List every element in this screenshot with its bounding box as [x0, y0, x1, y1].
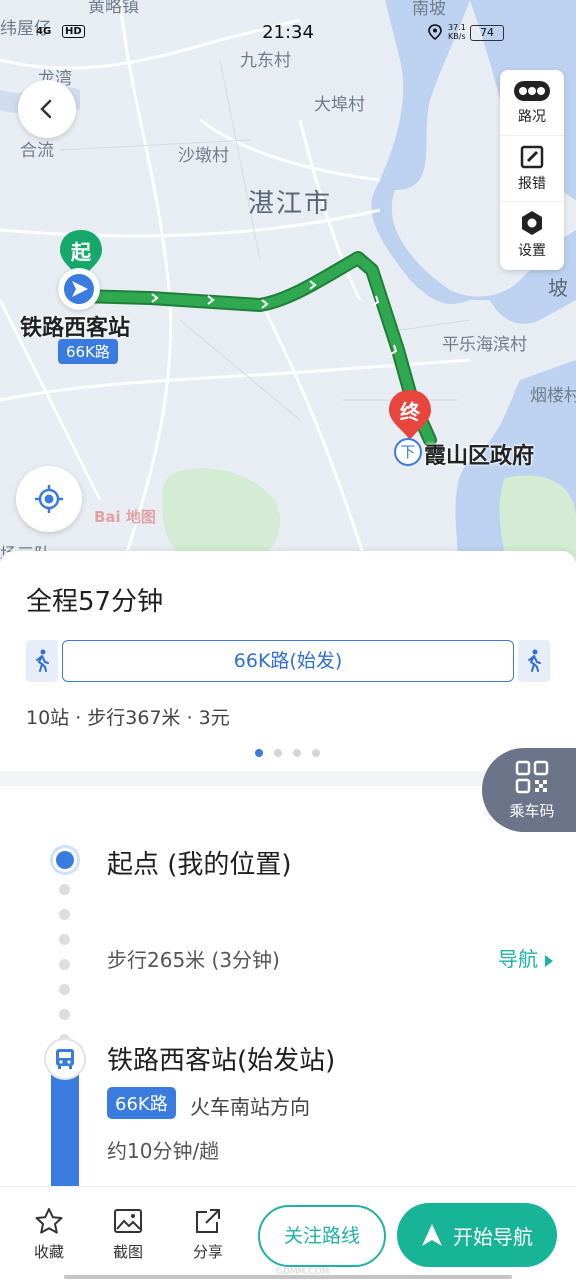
settings-icon — [522, 211, 542, 235]
qr-code-icon — [515, 760, 549, 793]
route-meta: 10站 · 步行367米 · 3元 — [26, 707, 230, 729]
traffic-icon — [514, 80, 550, 101]
bus-segment: 66K路(始发) — [62, 640, 514, 682]
favorite-label: 收藏 — [33, 1243, 64, 1261]
map-view[interactable]: 纬屋仔 黄略镇 南坡 九东村 龙湾 大埠村 合流 沙墩村 湛江市 坡 平乐海滨村… — [0, 0, 576, 575]
walk-icon — [528, 649, 541, 672]
map-label: 黄略镇 — [88, 0, 139, 17]
page-dot — [293, 749, 301, 757]
report-button[interactable]: 报错 — [500, 136, 564, 202]
start-station-label: 铁路西客站 — [20, 316, 131, 341]
map-label: 大埠村 — [314, 95, 365, 115]
status-bar: 4G HD 21:34 37.1 KB/s 74 — [0, 20, 576, 46]
navigation-arrow-icon — [422, 1224, 442, 1246]
home-indicator — [64, 1275, 512, 1279]
bus-stop-marker — [44, 1038, 86, 1080]
end-station-label: 霞山区政府 — [424, 444, 535, 469]
map-watermark: Bai 地图 — [94, 508, 156, 526]
report-label: 报错 — [518, 175, 546, 192]
follow-route-button[interactable]: 关注路线 — [258, 1205, 386, 1267]
screenshot-label: 截图 — [112, 1243, 143, 1261]
end-pin-label: 终 — [400, 400, 420, 424]
battery-indicator: 74 — [470, 25, 504, 41]
walk-instruction: 步行265米 (3分钟) — [107, 948, 280, 972]
locate-button[interactable] — [16, 466, 82, 532]
map-city-label: 湛江市 — [248, 189, 333, 219]
settings-label: 设置 — [518, 243, 546, 259]
start-navigation-label: 开始导航 — [453, 1224, 533, 1249]
walk-segment — [26, 640, 58, 682]
locate-icon — [35, 485, 63, 513]
star-icon — [35, 1208, 63, 1234]
walk-navigate-link[interactable]: 导航 — [498, 943, 554, 972]
ride-qr-label: 乘车码 — [509, 801, 555, 820]
page-dot — [255, 749, 263, 757]
ride-qr-button[interactable]: 乘车码 — [482, 748, 576, 832]
map-label: 平乐海滨村 — [442, 335, 527, 355]
start-point-text: 起点 (我的位置) — [107, 850, 292, 880]
total-duration: 全程57分钟 — [26, 587, 164, 617]
page-indicator — [255, 749, 320, 757]
start-pin-label: 起 — [71, 240, 91, 264]
page-dot — [312, 749, 320, 757]
walk-segment — [518, 640, 550, 682]
bottom-action-bar: 收藏 截图 分享 关注路线 开始导航 GDMM.COM — [0, 1186, 576, 1280]
page-dot — [274, 749, 282, 757]
bus-route-line — [51, 1066, 79, 1206]
map-label: 坡 — [548, 276, 568, 300]
location-service-icon — [428, 24, 442, 40]
share-label: 分享 — [192, 1243, 223, 1261]
direction-arrow-icon — [64, 274, 94, 304]
bus-frequency: 约10分钟/趟 — [107, 1139, 220, 1163]
map-label: 南坡 — [412, 0, 446, 19]
start-point-dot — [50, 845, 80, 875]
back-button[interactable] — [18, 80, 76, 138]
traffic-label: 路况 — [518, 108, 546, 125]
map-route-badge: 66K路 — [58, 339, 118, 364]
map-tools-panel: 路况 报错 设置 — [500, 70, 564, 270]
image-icon — [114, 1209, 142, 1233]
map-label: 烟楼村 — [530, 386, 576, 406]
route-segments: 66K路(始发) — [26, 640, 550, 682]
share-button[interactable]: 分享 — [178, 1207, 238, 1262]
chevron-left-icon — [40, 99, 52, 119]
route-detail[interactable]: 起点 (我的位置) 步行265米 (3分钟) 导航 铁路西客站(始发站) 66K… — [0, 786, 576, 1206]
walk-path-dots — [59, 884, 71, 1059]
play-right-icon — [545, 954, 554, 967]
traffic-button[interactable]: 路况 — [500, 70, 564, 136]
start-navigation-button[interactable]: 开始导航 — [397, 1203, 557, 1267]
my-location-marker — [58, 268, 100, 310]
alight-icon: 下 — [394, 438, 422, 466]
bus-icon — [56, 1049, 74, 1069]
network-speed: 37.1 KB/s — [448, 23, 466, 41]
walk-icon — [36, 649, 49, 672]
edit-icon — [520, 145, 544, 168]
boarding-station: 铁路西客站(始发站) — [107, 1046, 336, 1076]
route-summary-card[interactable]: 全程57分钟 66K路(始发) 10站 · 步行367米 · 3元 — [0, 551, 576, 771]
bus-direction: 火车南站方向 — [190, 1095, 310, 1119]
bus-line-badge[interactable]: 66K路 — [107, 1087, 176, 1119]
favorite-button[interactable]: 收藏 — [19, 1207, 79, 1262]
map-label: 九东村 — [240, 51, 291, 71]
settings-button[interactable]: 设置 — [500, 202, 564, 268]
map-label: 合流 — [20, 141, 54, 161]
map-label: 沙墩村 — [178, 146, 229, 166]
share-icon — [196, 1209, 220, 1233]
screenshot-button[interactable]: 截图 — [98, 1207, 158, 1262]
